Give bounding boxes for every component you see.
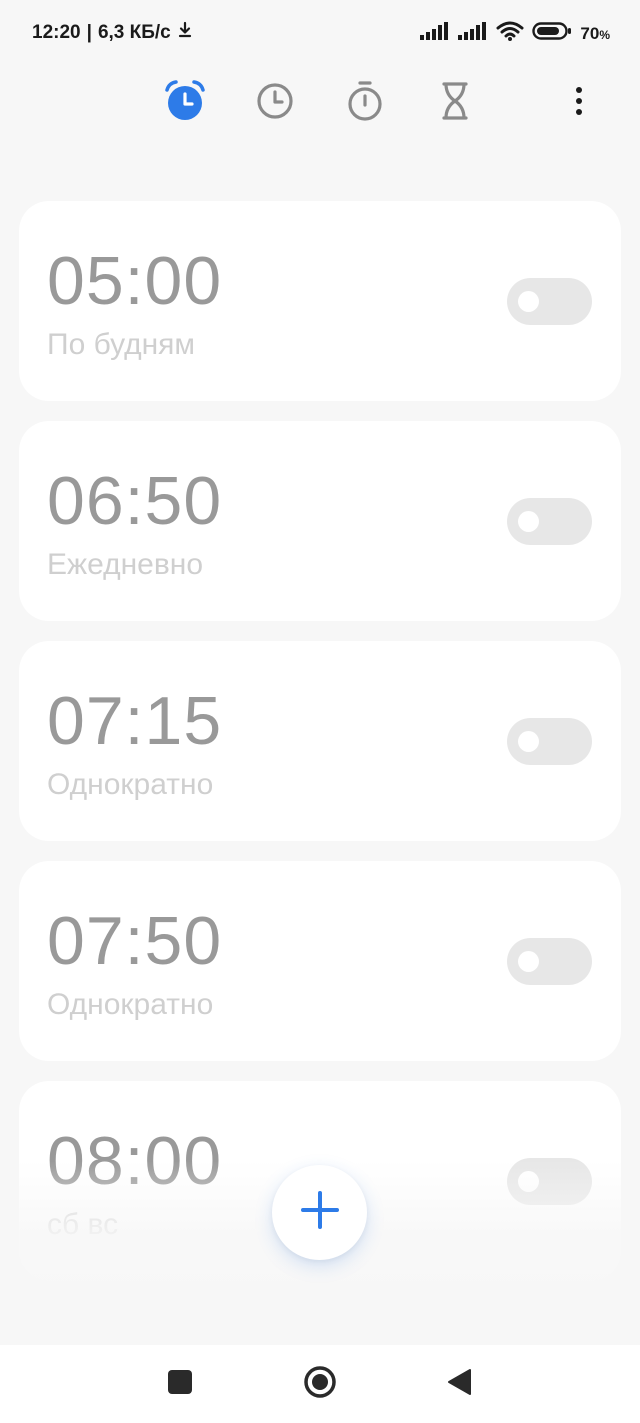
network-speed: 6,3 КБ/с <box>97 22 171 43</box>
tab-world-clock[interactable] <box>250 78 300 128</box>
home-button[interactable] <box>295 1359 345 1409</box>
alarm-toggle[interactable] <box>507 278 592 325</box>
home-circle-icon <box>303 1365 337 1404</box>
more-vert-icon <box>574 86 584 121</box>
status-right: 70% <box>420 21 610 46</box>
battery-percent: 70 <box>580 23 600 43</box>
signal-icon <box>420 21 450 45</box>
battery-percent-sign: % <box>599 27 610 42</box>
back-triangle-icon <box>446 1368 472 1401</box>
alarm-repeat: По будням <box>47 328 196 361</box>
alarm-time: 08:00 <box>47 1123 223 1199</box>
status-left: 12:20 | 6,3 КБ/с <box>32 21 193 45</box>
download-icon <box>177 21 193 45</box>
alarm-clock-icon <box>163 79 207 128</box>
alarm-time: 05:00 <box>47 243 223 319</box>
wifi-icon <box>496 21 524 46</box>
alarm-repeat: сб вс <box>47 1208 119 1241</box>
square-icon <box>167 1369 193 1400</box>
toggle-knob <box>518 511 539 532</box>
alarm-time: 06:50 <box>47 463 223 539</box>
battery-icon <box>532 21 572 46</box>
alarm-card[interactable]: 07:50 Однократно <box>19 861 621 1061</box>
alarm-card[interactable]: 05:00 По будням <box>19 201 621 401</box>
alarm-toggle[interactable] <box>507 938 592 985</box>
alarm-list: 05:00 По будням 06:50 Ежедневно 07:15 Од… <box>19 201 621 1301</box>
toggle-knob <box>518 1171 539 1192</box>
toggle-knob <box>518 731 539 752</box>
tab-timer[interactable] <box>430 78 480 128</box>
status-bar: 12:20 | 6,3 КБ/с 70% <box>0 0 640 66</box>
alarm-repeat: Однократно <box>47 988 214 1021</box>
alarm-card[interactable]: 07:15 Однократно <box>19 641 621 841</box>
recents-button[interactable] <box>155 1359 205 1409</box>
tab-alarm[interactable] <box>160 78 210 128</box>
status-time: 12:20 <box>32 22 81 43</box>
alarm-card[interactable]: 06:50 Ежедневно <box>19 421 621 621</box>
toggle-knob <box>518 291 539 312</box>
alarm-repeat: Ежедневно <box>47 548 204 581</box>
back-button[interactable] <box>434 1359 484 1409</box>
hourglass-icon <box>438 81 472 126</box>
alarm-repeat: Однократно <box>47 768 214 801</box>
alarm-toggle[interactable] <box>507 718 592 765</box>
add-alarm-button[interactable] <box>272 1165 367 1260</box>
alarm-time: 07:50 <box>47 903 223 979</box>
toggle-knob <box>518 951 539 972</box>
top-tabs <box>0 78 640 128</box>
alarm-time: 07:15 <box>47 683 223 759</box>
plus-icon <box>300 1190 340 1235</box>
alarm-toggle[interactable] <box>507 1158 592 1205</box>
system-nav-bar <box>0 1345 640 1423</box>
alarm-toggle[interactable] <box>507 498 592 545</box>
clock-icon <box>255 81 295 126</box>
tab-stopwatch[interactable] <box>340 78 390 128</box>
signal-icon-2 <box>458 21 488 45</box>
status-separator: | <box>86 22 92 43</box>
more-options-button[interactable] <box>556 78 602 128</box>
stopwatch-icon <box>345 80 385 127</box>
